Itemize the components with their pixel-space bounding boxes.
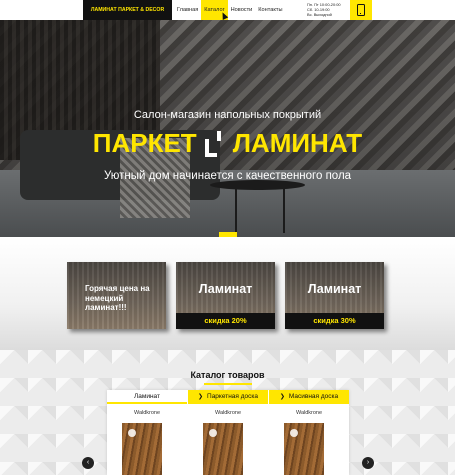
working-hours: Пн. Пт 10:00-20:00 Сб. 10-19:00 Вс. Выхо… xyxy=(307,2,341,17)
catalog-title-underline xyxy=(204,383,252,385)
phone-icon xyxy=(357,4,365,16)
tab-parquet[interactable]: ❯ Паркетная доска xyxy=(188,390,268,404)
corner-bracket-icon xyxy=(203,131,227,157)
site-logo[interactable]: ЛАМИНАТ ПАРКЕТ & DECOR xyxy=(83,0,172,20)
promo-card-hot-price[interactable]: Горячая цена на немецкий ламинат!!! xyxy=(67,262,166,329)
tab-label: Ламинат xyxy=(133,393,161,400)
nav-item-contacts[interactable]: Контакты xyxy=(255,0,285,20)
hero-banner: Салон-магазин напольных покрытий ПАРКЕТ Л… xyxy=(0,20,455,237)
hero-title: ПАРКЕТ ЛАМИНАТ xyxy=(0,128,455,159)
promo-section: Горячая цена на немецкий ламинат!!! Лами… xyxy=(0,237,455,350)
product-brand: Waldkrone xyxy=(214,410,242,416)
hero-tagline: Уютный дом начинается с качественного по… xyxy=(103,170,352,182)
catalog-section: Каталог товаров Ламинат ❯ Паркетная доска… xyxy=(0,350,455,475)
product-brand: Waldkrone xyxy=(133,410,161,416)
discount-badge: скидка 20% xyxy=(176,313,275,329)
hero-subtitle: Салон-магазин напольных покрытий xyxy=(133,109,322,121)
tab-solid-board[interactable]: ❯ Масивная доска xyxy=(269,390,349,404)
promo-card-laminate-30[interactable]: Ламинат скидка 30% xyxy=(285,262,384,329)
promo-card-title: Ламинат xyxy=(198,282,253,296)
hero-title-left: ПАРКЕТ xyxy=(92,128,197,158)
chevron-right-icon[interactable]: › xyxy=(362,457,374,469)
product-image[interactable] xyxy=(122,423,162,475)
tab-laminate[interactable]: Ламинат xyxy=(107,390,187,404)
promo-card-laminate-20[interactable]: Ламинат скидка 20% xyxy=(176,262,275,329)
promo-card-title: Ламинат xyxy=(307,282,362,296)
discount-badge: скидка 30% xyxy=(285,313,384,329)
product-brand: Waldkrone xyxy=(295,410,323,416)
product-image[interactable] xyxy=(203,423,243,475)
product-image[interactable] xyxy=(284,423,324,475)
hero-table-legs xyxy=(235,188,285,233)
catalog-title: Каталог товаров xyxy=(190,370,265,380)
hours-sunday: Вс. Выходной xyxy=(307,12,332,17)
chevron-down-icon: ❯ xyxy=(197,394,204,400)
hero-title-right: ЛАМИНАТ xyxy=(232,128,363,158)
catalog-tabs-panel: Ламинат ❯ Паркетная доска ❯ Масивная доска… xyxy=(107,390,349,475)
site-header: ЛАМИНАТ ПАРКЕТ & DECOR Главная Каталог Н… xyxy=(0,0,455,20)
phone-button[interactable] xyxy=(350,0,372,20)
tab-label: Паркетная доска xyxy=(207,393,258,400)
main-nav: Главная Каталог Новости Контакты xyxy=(174,0,285,20)
chevron-down-icon: ❯ xyxy=(279,394,285,400)
promo-card-text: Горячая цена на немецкий ламинат!!! xyxy=(85,284,150,312)
nav-item-news[interactable]: Новости xyxy=(228,0,256,20)
tab-label: Масивная доска xyxy=(288,393,339,400)
chevron-left-icon[interactable]: ‹ xyxy=(82,457,94,469)
nav-item-home[interactable]: Главная xyxy=(174,0,201,20)
